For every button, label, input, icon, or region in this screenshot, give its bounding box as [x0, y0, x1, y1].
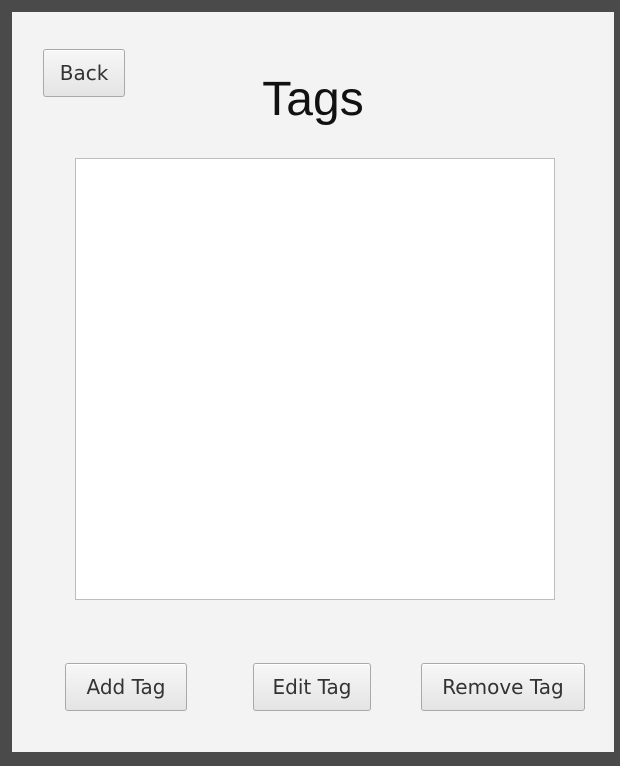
tag-list[interactable]: [75, 158, 555, 600]
page-title: Tags: [262, 73, 364, 126]
edit-tag-button[interactable]: Edit Tag: [253, 663, 371, 711]
add-tag-button[interactable]: Add Tag: [65, 663, 187, 711]
remove-tag-button[interactable]: Remove Tag: [421, 663, 585, 711]
tags-window: Back Tags Add Tag Edit Tag Remove Tag: [12, 12, 614, 752]
